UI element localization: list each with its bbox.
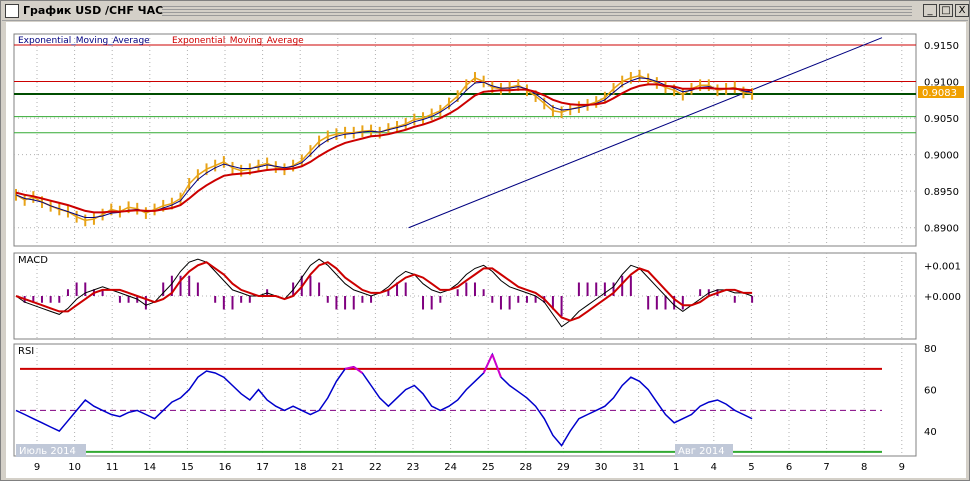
time-axis-label: 14	[143, 462, 156, 473]
time-axis-label: 18	[294, 462, 307, 473]
title-bar-grip	[162, 6, 912, 16]
price-legend-ema-fast: Exponential_Moving_Average	[18, 36, 150, 46]
chart-window: График USD /CHF ЧАС _ □ X 9 10 11 14 15 16 17 1…	[0, 0, 970, 481]
macd-tick-label: +0.000	[924, 292, 961, 303]
chart-canvas[interactable]: 9 10 11 14 15 16 17 18 21 22 23 24 25 28 29 30 31 1 4 5 6 7 8 9…	[6, 22, 966, 478]
price-tick-label: 0.8950	[924, 187, 959, 198]
price-tick-label: 0.9150	[924, 41, 959, 52]
month-label-jul: Июль 2014	[19, 446, 76, 457]
time-axis-label: 1	[673, 462, 679, 473]
time-axis-label: 23	[407, 462, 420, 473]
time-axis-label: 5	[748, 462, 754, 473]
time-axis-label: 11	[106, 462, 119, 473]
time-axis-label: 9	[899, 462, 905, 473]
time-axis-label: 22	[369, 462, 382, 473]
time-axis-label: 24	[444, 462, 457, 473]
time-axis-label: 28	[519, 462, 532, 473]
time-axis-label: 9	[34, 462, 40, 473]
time-axis-label: 17	[256, 462, 269, 473]
maximize-button[interactable]: □	[939, 4, 953, 17]
price-tick-label: 0.9050	[924, 114, 959, 125]
rsi-tick-label: 60	[924, 386, 937, 397]
price-legend-ema-slow: Exponential_Moving_Average	[172, 36, 304, 46]
rsi-legend: RSI	[18, 346, 34, 357]
minimize-button[interactable]: _	[923, 4, 937, 17]
month-label-aug: Авг 2014	[678, 446, 725, 457]
time-axis-label: 21	[331, 462, 344, 473]
time-axis-label: 7	[823, 462, 829, 473]
time-axis-label: 16	[219, 462, 232, 473]
time-axis-label: 30	[595, 462, 608, 473]
chart-area[interactable]: 9 10 11 14 15 16 17 18 21 22 23 24 25 28 29 30 31 1 4 5 6 7 8 9…	[6, 22, 966, 478]
last-price-label: 0.9083	[922, 88, 957, 99]
macd-legend: MACD	[18, 255, 48, 266]
price-tick-label: 0.8900	[924, 224, 959, 235]
window-title: График USD /CHF ЧАС	[23, 4, 164, 17]
title-bar[interactable]: График USD /CHF ЧАС _ □ X	[2, 2, 969, 21]
rsi-tick-label: 40	[924, 427, 937, 438]
price-tick-label: 0.9000	[924, 151, 959, 162]
chart-window-icon	[5, 4, 19, 18]
close-button[interactable]: X	[955, 4, 969, 17]
rsi-tick-label: 80	[924, 344, 937, 355]
time-axis-label: 25	[482, 462, 495, 473]
time-axis-label: 15	[181, 462, 194, 473]
time-axis-label: 10	[68, 462, 81, 473]
macd-tick-label: +0.001	[924, 261, 961, 272]
time-axis-label: 4	[711, 462, 717, 473]
time-axis-label: 29	[557, 462, 570, 473]
time-axis-label: 8	[861, 462, 867, 473]
time-axis-label: 31	[632, 462, 645, 473]
time-axis-label: 6	[786, 462, 792, 473]
